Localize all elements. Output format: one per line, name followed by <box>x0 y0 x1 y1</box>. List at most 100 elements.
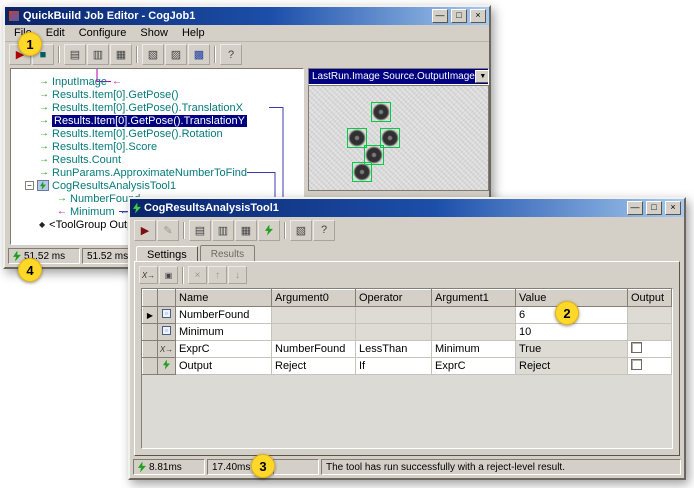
maximize-button[interactable]: □ <box>451 9 467 23</box>
delete-row-button[interactable]: × <box>188 266 207 284</box>
help-button[interactable]: ? <box>220 44 242 65</box>
expression-icon: X→ <box>160 345 173 354</box>
row-selector[interactable] <box>143 358 158 375</box>
tree-item-label: RunParams.ApproximateNumberToFind <box>52 167 247 179</box>
job-time-cell: 51.52 ms <box>8 248 80 264</box>
tree-item-inputimage[interactable]: → InputImage ← <box>11 75 303 88</box>
cell-output[interactable] <box>628 358 672 375</box>
settings-panel: X→ ▣ × ↑ ↓ Name <box>134 261 680 456</box>
window-layout-button[interactable]: ▧ <box>290 220 312 241</box>
tool-titlebar[interactable]: CogResultsAnalysisTool1 — □ × <box>130 199 684 217</box>
cell-value: True <box>516 341 628 358</box>
open-button[interactable]: ▤ <box>189 220 211 241</box>
help-button[interactable]: ? <box>313 220 335 241</box>
cell-name[interactable]: Minimum <box>176 324 272 341</box>
new-job-button[interactable]: ▤ <box>64 44 86 65</box>
open-job-button[interactable]: ▥ <box>87 44 109 65</box>
output-arrow-icon: → <box>39 154 49 165</box>
move-up-button[interactable]: ↑ <box>208 266 227 284</box>
run-tool-button[interactable]: ▶ <box>134 220 156 241</box>
cell-operator[interactable]: If <box>356 358 432 375</box>
tree-item-results-count[interactable]: → Results.Count <box>11 153 303 166</box>
lightning-icon <box>40 181 46 190</box>
row-type-cell: X→ <box>158 341 176 358</box>
main-titlebar[interactable]: QuickBuild Job Editor - CogJob1 — □ × <box>5 7 489 25</box>
tree-item-rotation[interactable]: → Results.Item[0].GetPose().Rotation <box>11 127 303 140</box>
column-header-argument0[interactable]: Argument0 <box>272 290 356 307</box>
add-output-button[interactable]: ▣ <box>159 266 178 284</box>
tree-item-cogresultsanalysistool1[interactable]: − CogResultsAnalysisTool1 <box>11 179 303 192</box>
cell-name[interactable]: ExprC <box>176 341 272 358</box>
output-checkbox[interactable] <box>631 359 642 370</box>
output-checkbox[interactable] <box>631 342 642 353</box>
row-selector[interactable] <box>143 341 158 358</box>
maximize-button[interactable]: □ <box>646 201 662 215</box>
lightning-icon <box>13 251 21 262</box>
minimize-button[interactable]: — <box>627 201 643 215</box>
image-display-button[interactable]: ▨ <box>165 44 187 65</box>
tab-results[interactable]: Results <box>200 245 255 261</box>
tree-item-translationy[interactable]: → Results.Item[0].GetPose().TranslationY <box>11 114 303 127</box>
column-header-output[interactable]: Output <box>628 290 672 307</box>
column-header-argument1[interactable]: Argument1 <box>432 290 516 307</box>
row-selector[interactable] <box>143 324 158 341</box>
callout-1: 1 <box>18 32 42 56</box>
cell-argument0[interactable]: NumberFound <box>272 341 356 358</box>
menu-configure[interactable]: Configure <box>72 26 134 40</box>
cell-argument1[interactable]: Minimum <box>432 341 516 358</box>
edit-button[interactable]: ✎ <box>157 220 179 241</box>
menu-edit[interactable]: Edit <box>39 26 72 40</box>
column-header-operator[interactable]: Operator <box>356 290 432 307</box>
cell-value[interactable]: 10 <box>516 324 628 341</box>
chart-button[interactable]: ▩ <box>188 44 210 65</box>
tree-item-label: Results.Item[0].Score <box>52 141 157 153</box>
cell-operator[interactable]: LessThan <box>356 341 432 358</box>
move-down-button[interactable]: ↓ <box>228 266 247 284</box>
tool-time-cell: 8.81ms <box>133 459 205 475</box>
close-button[interactable]: × <box>665 201 681 215</box>
add-tool-button[interactable]: ▧ <box>142 44 164 65</box>
callout-2: 2 <box>555 301 579 325</box>
tree-item-label: Results.Item[0].GetPose().Rotation <box>52 128 223 140</box>
output-arrow-icon: → <box>39 115 49 126</box>
save-button[interactable]: ▥ <box>212 220 234 241</box>
copy-results-button[interactable]: ▦ <box>235 220 257 241</box>
image-source-dropdown[interactable]: LastRun.Image Source.OutputImage ▼ <box>308 68 489 85</box>
menu-show[interactable]: Show <box>133 26 175 40</box>
collapse-icon[interactable]: − <box>25 181 34 190</box>
cell-operator <box>356 307 432 324</box>
grid-row-numberfound: ▶ NumberFound 6 <box>143 307 672 324</box>
image-source-value: LastRun.Image Source.OutputImage <box>312 71 475 82</box>
cell-operator <box>356 324 432 341</box>
cell-argument0[interactable]: Reject <box>272 358 356 375</box>
output-arrow-icon: → <box>39 167 49 178</box>
toolbar-separator <box>284 222 286 239</box>
minimize-button[interactable]: — <box>432 9 448 23</box>
cell-argument1[interactable]: ExprC <box>432 358 516 375</box>
menu-help[interactable]: Help <box>175 26 212 40</box>
tree-item-approximatenumbertofind[interactable]: → RunParams.ApproximateNumberToFind <box>11 166 303 179</box>
tree-item-translationx[interactable]: → Results.Item[0].GetPose().TranslationX <box>11 101 303 114</box>
save-job-button[interactable]: ▦ <box>110 44 132 65</box>
cell-name[interactable]: NumberFound <box>176 307 272 324</box>
callout-number: 1 <box>26 37 33 52</box>
output-arrow-icon: → <box>57 193 67 204</box>
lightning-icon <box>265 225 273 236</box>
close-button[interactable]: × <box>470 9 486 23</box>
tool-window-title: CogResultsAnalysisTool1 <box>144 202 624 214</box>
image-display[interactable] <box>308 85 489 191</box>
tree-item-label: Results.Item[0].GetPose() <box>52 89 179 101</box>
tree-item-getpose[interactable]: → Results.Item[0].GetPose() <box>11 88 303 101</box>
column-header-name[interactable]: Name <box>176 290 272 307</box>
output-arrow-icon: → <box>39 102 49 113</box>
row-selector[interactable]: ▶ <box>143 307 158 324</box>
dropdown-arrow-icon[interactable]: ▼ <box>475 70 489 83</box>
cell-output[interactable] <box>628 341 672 358</box>
cell-name[interactable]: Output <box>176 358 272 375</box>
tree-item-score[interactable]: → Results.Item[0].Score <box>11 140 303 153</box>
expression-icon: X→ <box>142 271 155 280</box>
add-expression-button[interactable]: X→ <box>139 266 158 284</box>
electric-run-button[interactable] <box>258 220 280 241</box>
tab-settings[interactable]: Settings <box>136 246 198 262</box>
tool-window: CogResultsAnalysisTool1 — □ × ▶ ✎ ▤ ▥ ▦ … <box>128 197 686 480</box>
